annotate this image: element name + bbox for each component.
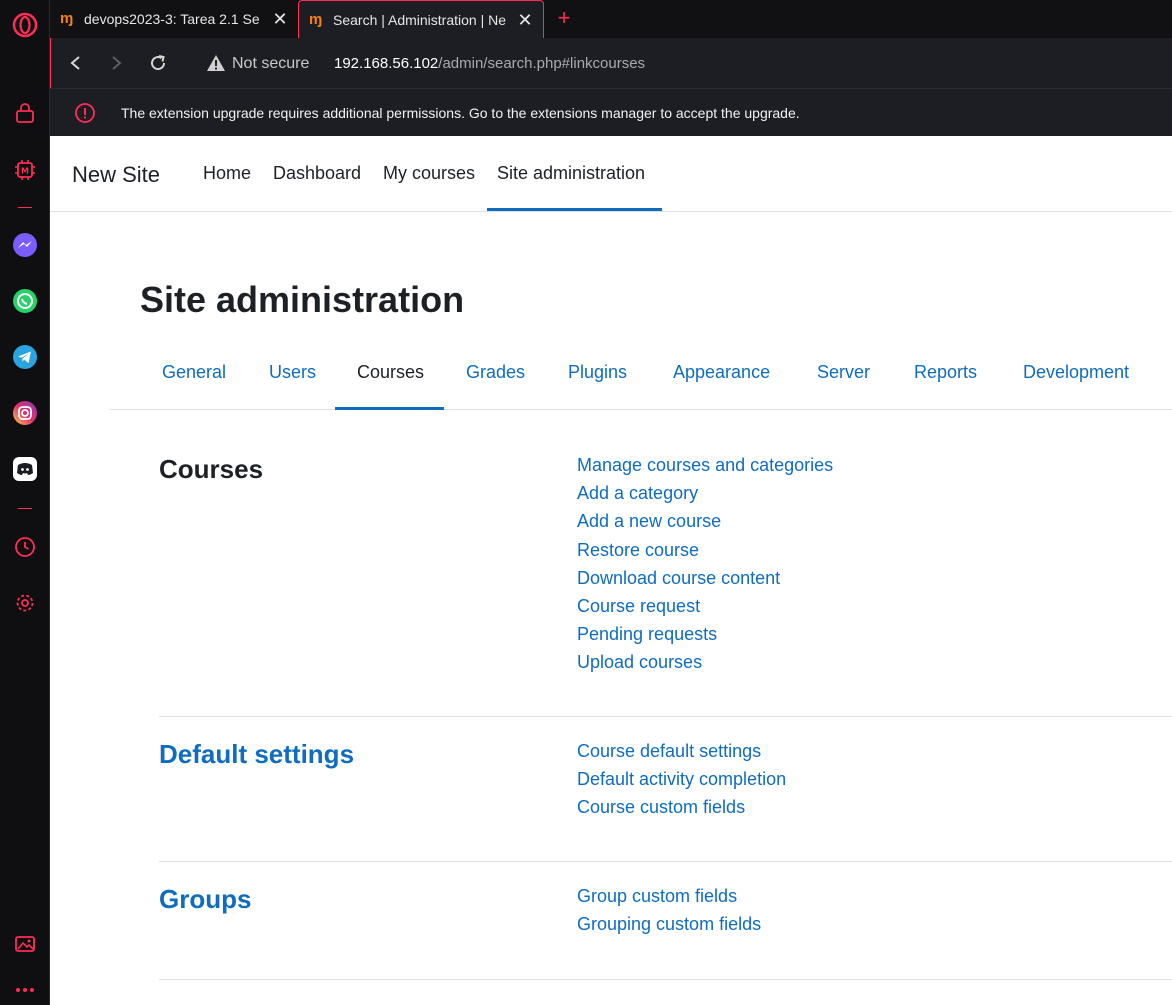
security-status[interactable]: Not secure — [232, 55, 309, 73]
section-divider — [159, 861, 1172, 862]
page-content: New Site Home Dashboard My courses Site … — [50, 136, 1172, 1005]
tab-appearance[interactable]: Appearance — [673, 362, 770, 383]
instagram-icon[interactable] — [12, 400, 38, 426]
discord-icon[interactable] — [12, 456, 38, 482]
section-heading-groups[interactable]: Groups — [159, 884, 251, 915]
tab-server[interactable]: Server — [817, 362, 870, 383]
nav-site-administration[interactable]: Site administration — [497, 163, 645, 184]
banner-message: The extension upgrade requires additiona… — [121, 105, 800, 121]
address-toolbar: Not secure 192.168.56.102/admin/search.p… — [50, 38, 1172, 88]
section-links-courses: Manage courses and categories Add a cate… — [577, 451, 833, 677]
close-tab-icon[interactable]: ✕ — [270, 9, 290, 29]
nav-my-courses[interactable]: My courses — [383, 163, 475, 184]
messenger-icon[interactable] — [12, 232, 38, 258]
aria-icon[interactable]: M — [12, 157, 38, 183]
page-title: Site administration — [140, 279, 465, 320]
section-heading-default-settings[interactable]: Default settings — [159, 739, 354, 770]
new-tab-button[interactable]: + — [552, 5, 576, 30]
link-download-course-content[interactable]: Download course content — [577, 564, 833, 592]
moodle-icon: ɱ — [60, 10, 74, 27]
tab-plugins[interactable]: Plugins — [568, 362, 627, 383]
site-navbar: New Site Home Dashboard My courses Site … — [50, 136, 1172, 212]
tabs-divider — [110, 409, 1172, 410]
back-icon[interactable] — [63, 50, 89, 76]
tab-users[interactable]: Users — [269, 362, 316, 383]
tab-title: devops2023-3: Tarea 2.1 Se — [84, 11, 260, 27]
link-course-custom-fields[interactable]: Course custom fields — [577, 793, 786, 821]
tab-courses[interactable]: Courses — [357, 362, 424, 383]
tab-reports[interactable]: Reports — [914, 362, 977, 383]
link-add-category[interactable]: Add a category — [577, 479, 833, 507]
browser-tab-active[interactable]: ɱ Search | Administration | Ne ✕ — [298, 0, 544, 38]
telegram-icon[interactable] — [12, 344, 38, 370]
tab-active-indicator — [335, 407, 444, 410]
site-name[interactable]: New Site — [72, 162, 160, 188]
nav-active-indicator — [487, 208, 662, 211]
opera-logo-icon[interactable] — [12, 12, 38, 38]
history-icon[interactable] — [12, 534, 38, 560]
bag-icon[interactable] — [12, 101, 38, 127]
reload-icon[interactable] — [145, 50, 171, 76]
more-icon[interactable] — [12, 982, 38, 998]
tab-development[interactable]: Development — [1023, 362, 1129, 383]
link-manage-courses[interactable]: Manage courses and categories — [577, 451, 833, 479]
moodle-icon: ɱ — [309, 10, 323, 28]
extension-banner: The extension upgrade requires additiona… — [50, 88, 1172, 136]
section-divider — [159, 979, 1172, 980]
link-pending-requests[interactable]: Pending requests — [577, 620, 833, 648]
link-restore-course[interactable]: Restore course — [577, 536, 833, 564]
url-host: 192.168.56.102 — [334, 55, 439, 72]
close-tab-icon[interactable]: ✕ — [515, 10, 535, 30]
section-divider — [159, 716, 1172, 717]
sidebar-separator — [18, 207, 32, 208]
link-grouping-custom-fields[interactable]: Grouping custom fields — [577, 910, 761, 938]
section-links-default-settings: Course default settings Default activity… — [577, 737, 786, 822]
url-path: /admin/search.php#linkcourses — [438, 55, 646, 72]
svg-text:M: M — [21, 167, 29, 176]
tab-general[interactable]: General — [162, 362, 226, 383]
tab-title: Search | Administration | Ne — [333, 11, 507, 28]
browser-sidebar: M — [0, 0, 50, 1005]
info-icon — [74, 102, 96, 124]
snapshot-icon[interactable] — [12, 931, 38, 957]
warning-icon[interactable] — [206, 53, 226, 73]
settings-icon[interactable] — [12, 590, 38, 616]
sidebar-separator — [18, 508, 32, 509]
tab-grades[interactable]: Grades — [466, 362, 525, 383]
browser-tab[interactable]: ɱ devops2023-3: Tarea 2.1 Se ✕ — [50, 0, 298, 38]
link-course-default-settings[interactable]: Course default settings — [577, 737, 786, 765]
url-field[interactable]: 192.168.56.102/admin/search.php#linkcour… — [334, 55, 645, 72]
link-add-new-course[interactable]: Add a new course — [577, 507, 833, 535]
forward-icon[interactable] — [103, 50, 129, 76]
link-group-custom-fields[interactable]: Group custom fields — [577, 882, 761, 910]
link-course-request[interactable]: Course request — [577, 592, 833, 620]
whatsapp-icon[interactable] — [12, 288, 38, 314]
section-heading-courses: Courses — [159, 454, 264, 484]
link-upload-courses[interactable]: Upload courses — [577, 648, 833, 676]
section-links-groups: Group custom fields Grouping custom fiel… — [577, 882, 761, 938]
nav-home[interactable]: Home — [203, 163, 251, 184]
nav-dashboard[interactable]: Dashboard — [273, 163, 361, 184]
link-default-activity-completion[interactable]: Default activity completion — [577, 765, 786, 793]
